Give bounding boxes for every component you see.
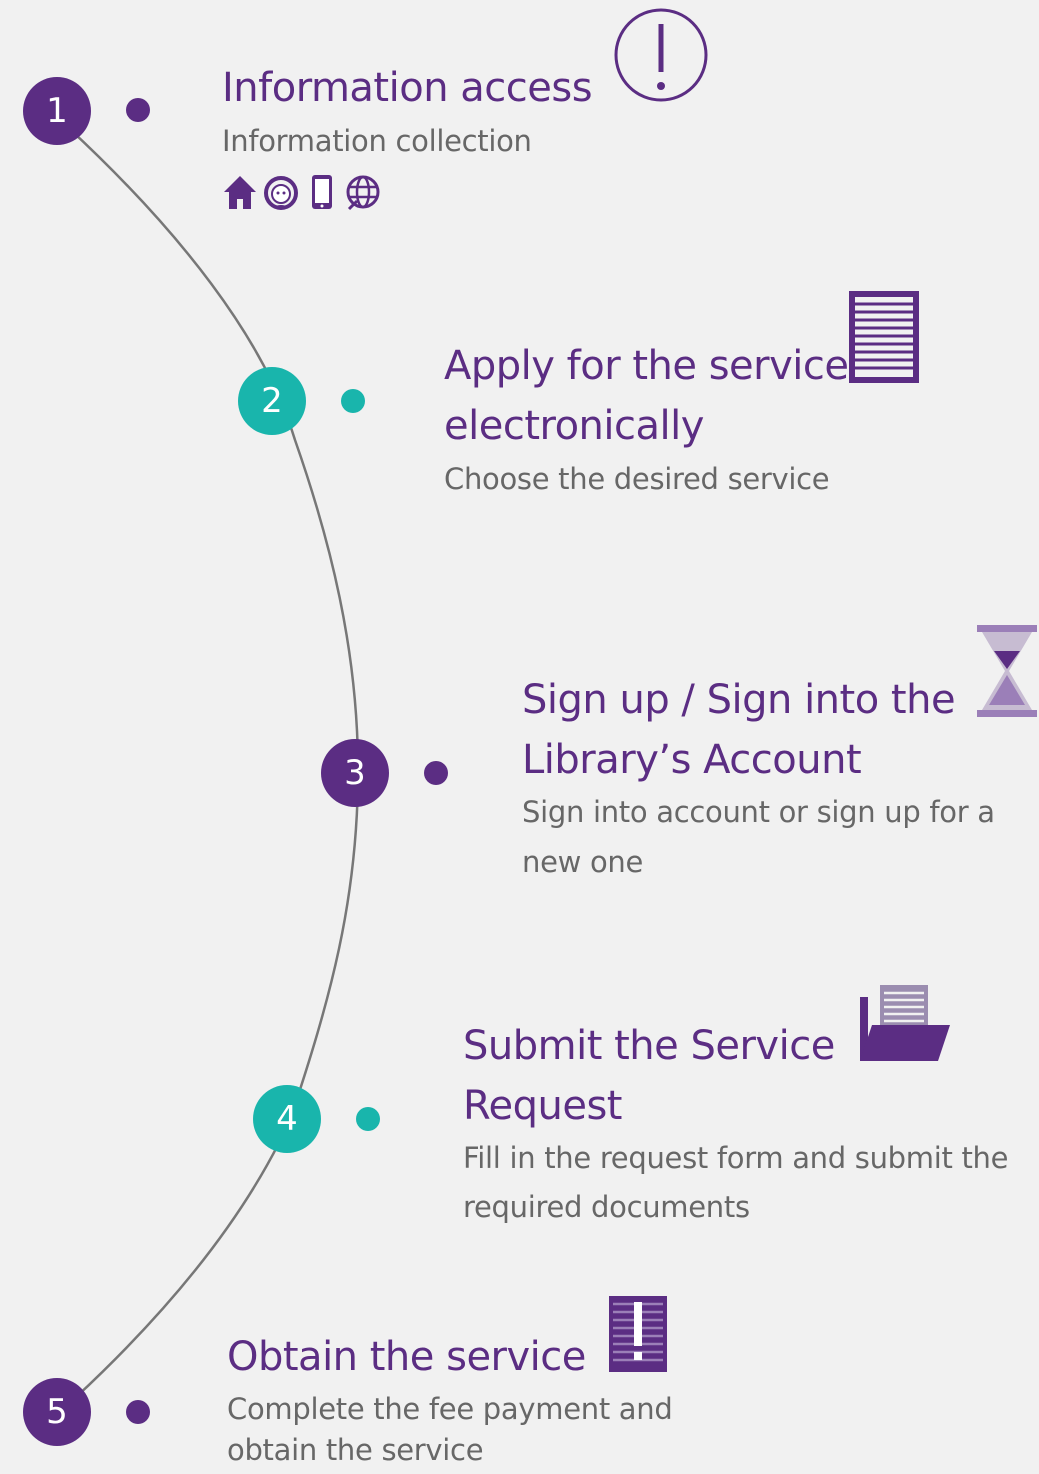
exclamation-document-icon (609, 1296, 667, 1372)
timeline-arc (59, 119, 360, 1411)
web-icon (345, 173, 381, 211)
channel-icons (222, 173, 381, 211)
step-2-description: Choose the desired service (444, 462, 830, 496)
step-3-description-line1: Sign into account or sign up for a (522, 795, 995, 829)
folder-document-icon (860, 985, 950, 1061)
step-4-number: 4 (253, 1085, 321, 1153)
hourglass-icon (977, 625, 1037, 717)
step-3-number: 3 (321, 739, 389, 807)
mobile-icon (304, 173, 340, 211)
step-3-description-line2: new one (522, 845, 644, 879)
step-5-number: 5 (23, 1378, 91, 1446)
step-3-title-line1: Sign up / Sign into the (522, 677, 956, 723)
step-4-description-line1: Fill in the request form and submit the (463, 1141, 1009, 1175)
step-1-title: Information access (222, 65, 593, 111)
step-2-title-line2: electronically (444, 403, 704, 449)
step-1-dot (126, 98, 150, 122)
home-icon (222, 173, 258, 211)
step-2-title-line1: Apply for the service (444, 343, 849, 389)
step-4-description-line2: required documents (463, 1190, 750, 1224)
support-agent-icon (263, 173, 299, 211)
step-3-dot (424, 761, 448, 785)
step-2-number: 2 (238, 367, 306, 435)
step-5-title: Obtain the service (227, 1334, 586, 1380)
step-1-number: 1 (23, 77, 91, 145)
step-2-dot (341, 389, 365, 413)
document-list-icon (849, 291, 919, 383)
step-4-dot (356, 1107, 380, 1131)
step-4-title-line2: Request (463, 1083, 622, 1129)
step-3-title-line2: Library’s Account (522, 737, 862, 783)
step-5-dot (126, 1400, 150, 1424)
step-1-description: Information collection (222, 124, 532, 158)
exclamation-circle-icon (614, 8, 708, 102)
step-4-title-line1: Submit the Service (463, 1023, 835, 1069)
